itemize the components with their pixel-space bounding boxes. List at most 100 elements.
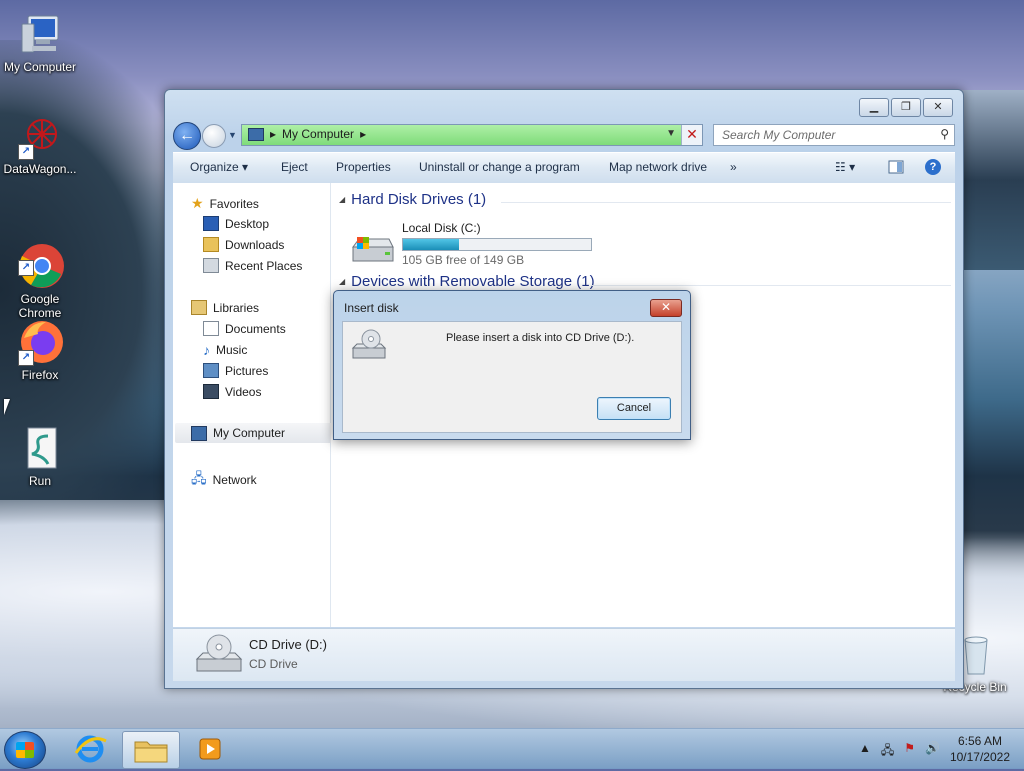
chevron-right-icon[interactable]: ▸ [270,127,276,141]
firefox-icon: ↗ [16,318,64,366]
group-divider [501,202,951,203]
volume-icon[interactable]: 🔊 [925,741,940,762]
clock[interactable]: 6:56 AM 10/17/2022 [950,733,1010,765]
nav-videos[interactable]: Videos [203,384,261,399]
hard-drive-icon [349,233,397,265]
computer-icon [191,425,207,441]
minimize-button[interactable]: ▁ [859,98,889,117]
dialog-message: Please insert a disk into CD Drive (D:). [446,332,635,344]
system-tray: ▲ 🖧 ⚑ 🔊 [859,741,940,762]
desktop-icon-label: My Computer [3,60,77,74]
eject-button[interactable]: Eject [281,160,308,174]
taskbar-windows-explorer[interactable] [122,731,180,769]
datawagon-icon: ↗ [16,112,64,160]
desktop-icon-label: Run [28,474,51,488]
desktop-icon-run[interactable]: Run [0,424,80,488]
details-item-name: CD Drive (D:) [249,637,327,652]
nav-favorites[interactable]: ★ Favorites [191,195,259,212]
maximize-button[interactable]: ❐ [891,98,921,117]
help-icon[interactable]: ? [925,159,941,175]
address-bar[interactable]: ▸ My Computer ▸ ▼ ✕ [241,124,703,146]
forward-button[interactable] [202,124,226,148]
desktop-icon-label: Firefox [21,368,59,382]
taskbar-media-player[interactable] [182,731,238,767]
collapse-triangle-icon[interactable]: ◢ [339,195,345,204]
start-button[interactable] [4,731,46,769]
taskbar: ▲ 🖧 ⚑ 🔊 6:56 AM 10/17/2022 [0,728,1024,769]
group-divider [591,285,951,286]
action-center-icon[interactable]: ⚑ [904,741,915,762]
nav-music[interactable]: ♪ Music [203,342,247,358]
desktop-icon-firefox[interactable]: ↗ Firefox [0,318,80,382]
group-header-removable-storage[interactable]: ◢ Devices with Removable Storage (1) [339,273,595,290]
organize-button[interactable]: Organize ▾ [190,160,248,174]
back-button[interactable]: ← [173,122,201,150]
cd-drive-icon [351,328,387,365]
desktop-icon-label: Google Chrome [18,292,62,320]
dialog-close-button[interactable]: ✕ [650,299,682,317]
libraries-icon [191,300,207,315]
drive-name: Local Disk (C:) [402,221,481,235]
address-dropdown-icon[interactable]: ▼ [666,128,676,139]
clock-time: 6:56 AM [957,734,1002,748]
music-icon: ♪ [203,342,210,358]
desktop-icon-chrome[interactable]: ↗ Google Chrome [0,214,80,334]
search-box[interactable]: Search My Computer ⚲ [713,124,955,146]
view-options-icon[interactable]: ☷ ▾ [835,160,855,174]
navigation-pane: ★ Favorites Desktop Downloads Recent Pla… [173,183,341,627]
shortcut-arrow-icon: ↗ [18,350,34,366]
preview-pane-icon[interactable] [888,159,904,178]
desktop-icon-label: DataWagon... [3,162,77,176]
search-placeholder: Search My Computer [722,128,836,142]
group-header-hard-disk-drives[interactable]: ◢ Hard Disk Drives (1) [339,191,486,208]
star-icon: ★ [191,195,204,211]
recent-pages-dropdown-icon[interactable]: ▼ [228,130,237,140]
internet-explorer-icon [74,735,107,763]
wallpaper-mountain-right [955,90,1024,270]
desktop-icon [203,216,219,231]
nav-pictures[interactable]: Pictures [203,363,268,378]
show-hidden-icons-icon[interactable]: ▲ [859,741,871,762]
disk-usage-fill [403,239,460,250]
breadcrumb-my-computer[interactable]: My Computer [282,127,354,141]
network-tray-icon[interactable]: 🖧 [881,741,894,762]
properties-button[interactable]: Properties [336,160,391,174]
nav-libraries[interactable]: Libraries [191,300,259,315]
folder-icon [134,741,168,763]
search-icon[interactable]: ⚲ [940,127,949,141]
details-pane: CD Drive (D:) CD Drive [173,628,955,681]
drive-free-space: 105 GB free of 149 GB [402,253,525,267]
nav-my-computer[interactable]: My Computer [175,423,341,443]
cancel-button[interactable]: Cancel [597,397,671,420]
nav-desktop[interactable]: Desktop [203,216,269,231]
shortcut-arrow-icon: ↗ [18,260,34,276]
chevron-right-icon[interactable]: ▸ [360,127,366,141]
windows-logo-icon [16,742,34,758]
dialog-title: Insert disk [344,301,399,315]
videos-icon [203,384,219,399]
downloads-folder-icon [203,237,219,252]
nav-recent-places[interactable]: Recent Places [203,258,302,273]
collapse-triangle-icon[interactable]: ◢ [339,277,345,286]
insert-disk-dialog: Insert disk ✕ Please insert a disk into … [333,290,691,440]
desktop-icon-my-computer[interactable]: My Computer [0,10,80,74]
uninstall-button[interactable]: Uninstall or change a program [419,160,580,174]
media-player-icon [199,738,221,760]
computer-icon [16,10,64,58]
close-button[interactable]: ✕ [923,98,953,117]
desktop-icon-datawagon[interactable]: ↗ DataWagon... [0,112,80,176]
recent-places-icon [203,258,219,273]
taskbar-internet-explorer[interactable] [62,731,118,767]
more-commands-button[interactable]: » [730,160,737,174]
nav-network[interactable]: 🖧 Network [191,468,257,492]
network-icon: 🖧 [191,470,207,486]
cd-drive-icon [195,633,243,680]
shortcut-arrow-icon: ↗ [18,144,34,160]
window-caption-buttons: ▁ ❐ ✕ [859,98,953,117]
map-network-drive-button[interactable]: Map network drive [609,160,707,174]
disk-usage-bar [402,238,592,251]
nav-documents[interactable]: Documents [203,321,286,336]
nav-downloads[interactable]: Downloads [203,237,284,252]
navigation-bar: ← ▼ ▸ My Computer ▸ ▼ ✕ Search My Comput… [173,122,955,150]
stop-icon[interactable]: ✕ [681,125,702,145]
